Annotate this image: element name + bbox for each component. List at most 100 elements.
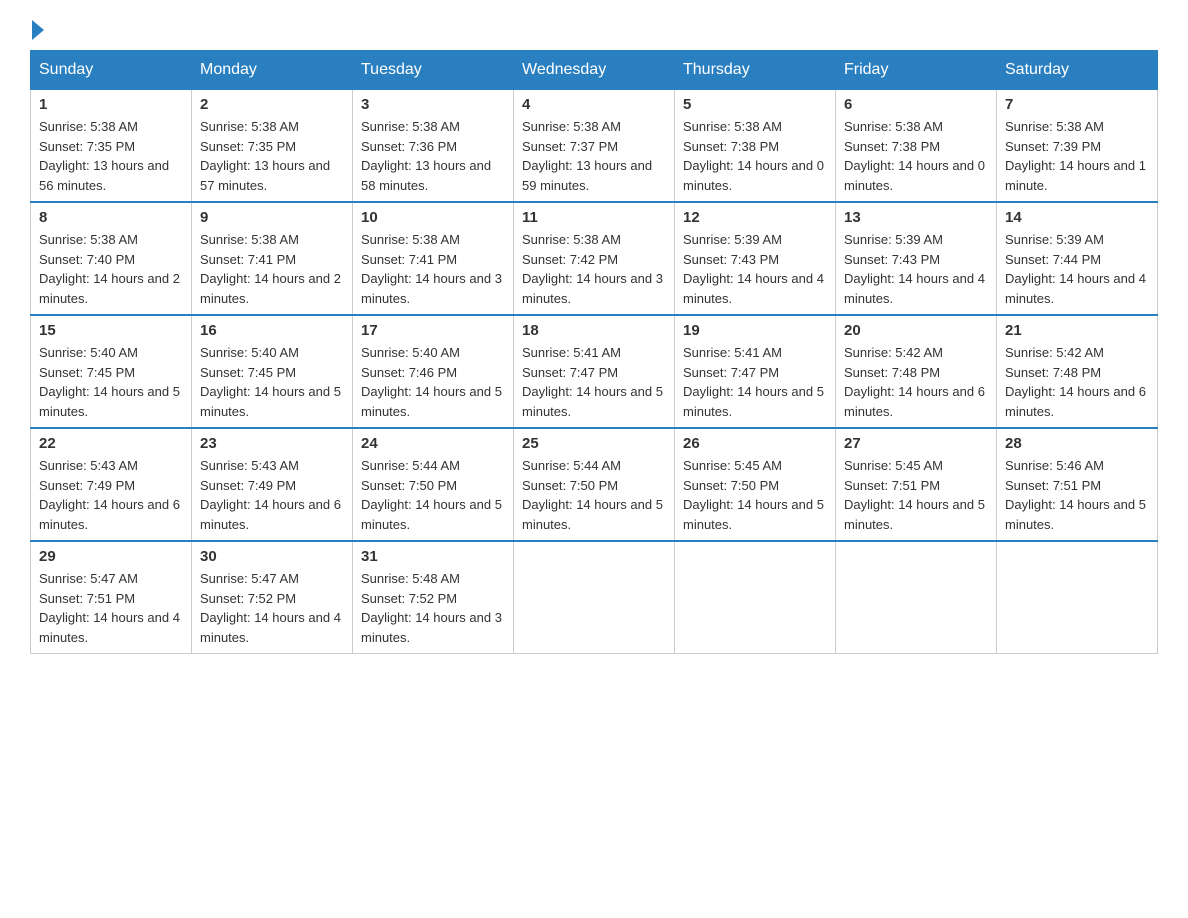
day-number: 15 [39, 322, 183, 339]
day-number: 30 [200, 548, 344, 565]
calendar-cell: 21 Sunrise: 5:42 AMSunset: 7:48 PMDayligh… [997, 315, 1158, 428]
day-number: 2 [200, 96, 344, 113]
calendar-cell: 13Sunrise: 5:39 AMSunset: 7:43 PMDayligh… [836, 202, 997, 315]
day-number: 28 [1005, 435, 1149, 452]
calendar-cell: 9 Sunrise: 5:38 AMSunset: 7:41 PMDaylight… [192, 202, 353, 315]
day-number: 3 [361, 96, 505, 113]
day-info: Sunrise: 5:38 AMSunset: 7:35 PMDaylight:… [200, 117, 344, 195]
day-info: Sunrise: 5:39 AMSunset: 7:43 PMDaylight:… [683, 230, 827, 308]
calendar-cell: 28 Sunrise: 5:46 AMSunset: 7:51 PMDayligh… [997, 428, 1158, 541]
day-info: Sunrise: 5:45 AMSunset: 7:51 PMDaylight:… [844, 456, 988, 534]
calendar-cell: 12Sunrise: 5:39 AMSunset: 7:43 PMDayligh… [675, 202, 836, 315]
day-info: Sunrise: 5:38 AMSunset: 7:38 PMDaylight:… [844, 117, 988, 195]
calendar-cell: 4 Sunrise: 5:38 AMSunset: 7:37 PMDaylight… [514, 90, 675, 203]
day-info: Sunrise: 5:38 AMSunset: 7:39 PMDaylight:… [1005, 117, 1149, 195]
calendar-header-monday: Monday [192, 51, 353, 90]
calendar-cell: 31Sunrise: 5:48 AMSunset: 7:52 PMDayligh… [353, 541, 514, 654]
calendar-cell [675, 541, 836, 654]
day-info: Sunrise: 5:42 AMSunset: 7:48 PMDaylight:… [844, 343, 988, 421]
calendar-cell: 29 Sunrise: 5:47 AMSunset: 7:51 PMDayligh… [31, 541, 192, 654]
calendar-cell: 11 Sunrise: 5:38 AMSunset: 7:42 PMDayligh… [514, 202, 675, 315]
calendar-cell: 8 Sunrise: 5:38 AMSunset: 7:40 PMDaylight… [31, 202, 192, 315]
day-info: Sunrise: 5:43 AMSunset: 7:49 PMDaylight:… [200, 456, 344, 534]
calendar-cell: 10Sunrise: 5:38 AMSunset: 7:41 PMDayligh… [353, 202, 514, 315]
day-number: 29 [39, 548, 183, 565]
day-info: Sunrise: 5:38 AMSunset: 7:42 PMDaylight:… [522, 230, 666, 308]
day-number: 19 [683, 322, 827, 339]
day-info: Sunrise: 5:40 AMSunset: 7:45 PMDaylight:… [200, 343, 344, 421]
calendar-table: SundayMondayTuesdayWednesdayThursdayFrid… [30, 50, 1158, 654]
day-info: Sunrise: 5:38 AMSunset: 7:38 PMDaylight:… [683, 117, 827, 195]
calendar-header-saturday: Saturday [997, 51, 1158, 90]
calendar-header-friday: Friday [836, 51, 997, 90]
calendar-cell [836, 541, 997, 654]
calendar-cell: 26 Sunrise: 5:45 AMSunset: 7:50 PMDayligh… [675, 428, 836, 541]
day-number: 9 [200, 209, 344, 226]
calendar-cell: 23 Sunrise: 5:43 AMSunset: 7:49 PMDayligh… [192, 428, 353, 541]
calendar-cell: 3 Sunrise: 5:38 AMSunset: 7:36 PMDaylight… [353, 90, 514, 203]
day-number: 13 [844, 209, 988, 226]
day-info: Sunrise: 5:39 AMSunset: 7:44 PMDaylight:… [1005, 230, 1149, 308]
day-number: 11 [522, 209, 666, 226]
day-number: 1 [39, 96, 183, 113]
day-info: Sunrise: 5:38 AMSunset: 7:35 PMDaylight:… [39, 117, 183, 195]
day-info: Sunrise: 5:46 AMSunset: 7:51 PMDaylight:… [1005, 456, 1149, 534]
day-number: 10 [361, 209, 505, 226]
calendar-week-row: 1 Sunrise: 5:38 AMSunset: 7:35 PMDaylight… [31, 90, 1158, 203]
calendar-cell: 17 Sunrise: 5:40 AMSunset: 7:46 PMDayligh… [353, 315, 514, 428]
calendar-cell: 22 Sunrise: 5:43 AMSunset: 7:49 PMDayligh… [31, 428, 192, 541]
calendar-cell: 15 Sunrise: 5:40 AMSunset: 7:45 PMDayligh… [31, 315, 192, 428]
day-number: 8 [39, 209, 183, 226]
day-info: Sunrise: 5:38 AMSunset: 7:37 PMDaylight:… [522, 117, 666, 195]
day-number: 6 [844, 96, 988, 113]
day-info: Sunrise: 5:38 AMSunset: 7:36 PMDaylight:… [361, 117, 505, 195]
calendar-cell: 14Sunrise: 5:39 AMSunset: 7:44 PMDayligh… [997, 202, 1158, 315]
calendar-cell [514, 541, 675, 654]
day-number: 5 [683, 96, 827, 113]
day-number: 20 [844, 322, 988, 339]
calendar-cell: 6 Sunrise: 5:38 AMSunset: 7:38 PMDaylight… [836, 90, 997, 203]
calendar-cell: 1 Sunrise: 5:38 AMSunset: 7:35 PMDaylight… [31, 90, 192, 203]
day-info: Sunrise: 5:40 AMSunset: 7:46 PMDaylight:… [361, 343, 505, 421]
day-info: Sunrise: 5:41 AMSunset: 7:47 PMDaylight:… [683, 343, 827, 421]
calendar-week-row: 22 Sunrise: 5:43 AMSunset: 7:49 PMDayligh… [31, 428, 1158, 541]
day-info: Sunrise: 5:44 AMSunset: 7:50 PMDaylight:… [361, 456, 505, 534]
day-number: 25 [522, 435, 666, 452]
day-number: 27 [844, 435, 988, 452]
day-info: Sunrise: 5:43 AMSunset: 7:49 PMDaylight:… [39, 456, 183, 534]
calendar-week-row: 29 Sunrise: 5:47 AMSunset: 7:51 PMDayligh… [31, 541, 1158, 654]
calendar-cell: 7 Sunrise: 5:38 AMSunset: 7:39 PMDaylight… [997, 90, 1158, 203]
day-number: 26 [683, 435, 827, 452]
calendar-cell: 2 Sunrise: 5:38 AMSunset: 7:35 PMDaylight… [192, 90, 353, 203]
day-info: Sunrise: 5:38 AMSunset: 7:40 PMDaylight:… [39, 230, 183, 308]
day-info: Sunrise: 5:44 AMSunset: 7:50 PMDaylight:… [522, 456, 666, 534]
day-number: 17 [361, 322, 505, 339]
day-info: Sunrise: 5:40 AMSunset: 7:45 PMDaylight:… [39, 343, 183, 421]
day-number: 22 [39, 435, 183, 452]
day-number: 4 [522, 96, 666, 113]
calendar-cell: 5 Sunrise: 5:38 AMSunset: 7:38 PMDaylight… [675, 90, 836, 203]
calendar-header-row: SundayMondayTuesdayWednesdayThursdayFrid… [31, 51, 1158, 90]
day-info: Sunrise: 5:42 AMSunset: 7:48 PMDaylight:… [1005, 343, 1149, 421]
day-number: 7 [1005, 96, 1149, 113]
day-info: Sunrise: 5:45 AMSunset: 7:50 PMDaylight:… [683, 456, 827, 534]
day-info: Sunrise: 5:41 AMSunset: 7:47 PMDaylight:… [522, 343, 666, 421]
calendar-cell [997, 541, 1158, 654]
day-number: 16 [200, 322, 344, 339]
day-number: 24 [361, 435, 505, 452]
calendar-week-row: 8 Sunrise: 5:38 AMSunset: 7:40 PMDaylight… [31, 202, 1158, 315]
day-info: Sunrise: 5:47 AMSunset: 7:52 PMDaylight:… [200, 569, 344, 647]
calendar-header-sunday: Sunday [31, 51, 192, 90]
calendar-week-row: 15 Sunrise: 5:40 AMSunset: 7:45 PMDayligh… [31, 315, 1158, 428]
day-number: 21 [1005, 322, 1149, 339]
day-info: Sunrise: 5:47 AMSunset: 7:51 PMDaylight:… [39, 569, 183, 647]
calendar-cell: 19 Sunrise: 5:41 AMSunset: 7:47 PMDayligh… [675, 315, 836, 428]
logo [30, 20, 46, 40]
calendar-cell: 27 Sunrise: 5:45 AMSunset: 7:51 PMDayligh… [836, 428, 997, 541]
calendar-cell: 25 Sunrise: 5:44 AMSunset: 7:50 PMDayligh… [514, 428, 675, 541]
calendar-cell: 18Sunrise: 5:41 AMSunset: 7:47 PMDayligh… [514, 315, 675, 428]
day-info: Sunrise: 5:38 AMSunset: 7:41 PMDaylight:… [200, 230, 344, 308]
day-number: 23 [200, 435, 344, 452]
calendar-header-thursday: Thursday [675, 51, 836, 90]
day-info: Sunrise: 5:48 AMSunset: 7:52 PMDaylight:… [361, 569, 505, 647]
